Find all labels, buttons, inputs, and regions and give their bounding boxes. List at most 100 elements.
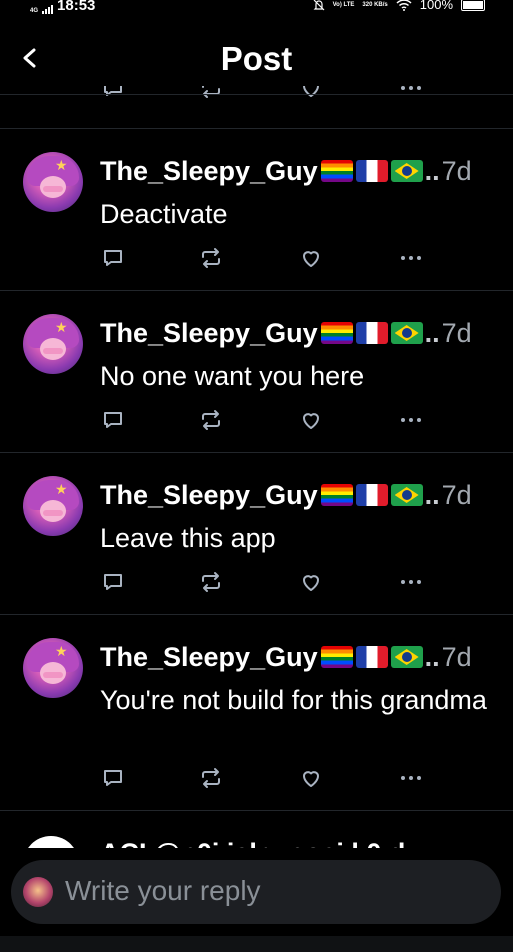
bottom-edge bbox=[0, 936, 513, 952]
more-button[interactable] bbox=[398, 408, 424, 432]
avatar[interactable]: ★ bbox=[23, 638, 83, 698]
reply-icon bbox=[104, 770, 122, 786]
post-item[interactable]: ★ The_Sleepy_Guy .. 7d No one want you h… bbox=[0, 290, 513, 452]
battery-percent: 100% bbox=[419, 0, 453, 12]
like-icon bbox=[303, 413, 319, 429]
reply-button[interactable] bbox=[100, 570, 126, 594]
reply-button[interactable] bbox=[100, 246, 126, 270]
repost-button[interactable] bbox=[198, 246, 224, 270]
post-age: 7d bbox=[441, 479, 472, 510]
france-flag-icon bbox=[355, 646, 388, 668]
previous-post-actions bbox=[100, 86, 430, 108]
status-right: Vo) LTE 320 KB/s 100% bbox=[313, 0, 485, 12]
username[interactable]: The_Sleepy_Guy bbox=[100, 156, 318, 187]
more-button[interactable] bbox=[398, 86, 424, 100]
post-item[interactable]: ★ The_Sleepy_Guy .. 7d Leave this app bbox=[0, 452, 513, 614]
post-age: 7d bbox=[441, 155, 472, 186]
repost-button[interactable] bbox=[198, 570, 224, 594]
repost-icon bbox=[202, 86, 220, 98]
flag-emojis bbox=[320, 646, 423, 668]
like-button[interactable] bbox=[298, 570, 324, 594]
repost-button[interactable] bbox=[198, 86, 224, 100]
post-age: 7d bbox=[441, 317, 472, 348]
post-actions bbox=[100, 246, 430, 270]
france-flag-icon bbox=[355, 160, 388, 182]
brazil-flag-icon bbox=[390, 160, 423, 182]
like-icon bbox=[303, 251, 319, 267]
flag-emojis bbox=[320, 484, 423, 506]
post-text: Deactivate bbox=[100, 199, 228, 229]
more-button[interactable] bbox=[398, 570, 424, 594]
header-divider bbox=[0, 94, 513, 95]
truncation-ellipsis: .. bbox=[424, 479, 440, 510]
like-icon bbox=[303, 575, 319, 591]
reply-icon bbox=[104, 412, 122, 428]
like-button[interactable] bbox=[298, 408, 324, 432]
post-header: The_Sleepy_Guy .. 7d bbox=[100, 478, 492, 512]
reply-button[interactable] bbox=[100, 86, 126, 100]
clock: 18:53 bbox=[57, 0, 96, 14]
like-button[interactable] bbox=[298, 766, 324, 790]
france-flag-icon bbox=[355, 322, 388, 344]
reply-placeholder: Write your reply bbox=[65, 875, 261, 906]
like-button[interactable] bbox=[298, 86, 324, 100]
post-header: The_Sleepy_Guy .. 7d bbox=[100, 640, 492, 674]
more-button[interactable] bbox=[398, 766, 424, 790]
repost-icon bbox=[202, 410, 220, 430]
more-icon bbox=[401, 418, 421, 422]
rainbow-flag-icon bbox=[320, 160, 353, 182]
post-text: You're not build for this grandma bbox=[100, 685, 487, 715]
repost-icon bbox=[202, 768, 220, 788]
more-icon bbox=[401, 86, 421, 90]
brazil-flag-icon bbox=[390, 322, 423, 344]
username[interactable]: The_Sleepy_Guy bbox=[100, 480, 318, 511]
rainbow-flag-icon bbox=[320, 484, 353, 506]
reply-button[interactable] bbox=[100, 766, 126, 790]
reply-icon bbox=[104, 86, 122, 96]
repost-button[interactable] bbox=[198, 408, 224, 432]
avatar[interactable]: ★ bbox=[23, 314, 83, 374]
post-header: The_Sleepy_Guy .. 7d bbox=[100, 316, 492, 350]
username[interactable]: The_Sleepy_Guy bbox=[100, 318, 318, 349]
post-item[interactable]: ★ The_Sleepy_Guy .. 7d Deactivate bbox=[0, 128, 513, 290]
more-button[interactable] bbox=[398, 246, 424, 270]
post-actions bbox=[100, 570, 430, 594]
more-icon bbox=[401, 256, 421, 260]
post-text: Leave this app bbox=[100, 523, 276, 553]
like-icon bbox=[303, 86, 319, 97]
repost-icon bbox=[202, 572, 220, 592]
truncation-ellipsis: .. bbox=[424, 155, 440, 186]
france-flag-icon bbox=[355, 484, 388, 506]
repost-button[interactable] bbox=[198, 766, 224, 790]
post-item[interactable]: ★ The_Sleepy_Guy .. 7d You're not build … bbox=[0, 614, 513, 810]
like-icon bbox=[303, 771, 319, 787]
truncation-ellipsis: .. bbox=[424, 317, 440, 348]
flag-emojis bbox=[320, 322, 423, 344]
mute-icon bbox=[313, 0, 325, 10]
username[interactable]: The_Sleepy_Guy bbox=[100, 642, 318, 673]
avatar[interactable]: ★ bbox=[23, 152, 83, 212]
network-type: 4G bbox=[30, 8, 39, 14]
volte-indicator: Vo) LTE bbox=[332, 1, 355, 8]
post-header: The_Sleepy_Guy .. 7d bbox=[100, 154, 492, 188]
signal-icon bbox=[42, 4, 54, 14]
flag-emojis bbox=[320, 160, 423, 182]
reply-icon bbox=[104, 250, 122, 266]
rainbow-flag-icon bbox=[320, 646, 353, 668]
truncation-ellipsis: .. bbox=[424, 641, 440, 672]
like-button[interactable] bbox=[298, 246, 324, 270]
page-title: Post bbox=[220, 40, 293, 77]
repost-icon bbox=[202, 248, 220, 268]
post-text: No one want you here bbox=[100, 361, 365, 391]
brazil-flag-icon bbox=[390, 484, 423, 506]
battery-icon bbox=[461, 0, 485, 11]
network-speed: 320 KB/s bbox=[362, 1, 388, 8]
wifi-icon bbox=[396, 0, 412, 11]
reply-input[interactable]: Write your reply bbox=[11, 860, 501, 924]
avatar[interactable]: ★ bbox=[23, 476, 83, 536]
reply-button[interactable] bbox=[100, 408, 126, 432]
rainbow-flag-icon bbox=[320, 322, 353, 344]
status-left: 4G 18:53 bbox=[30, 0, 95, 14]
status-bar: 4G 18:53 Vo) LTE 320 KB/s 100% bbox=[0, 0, 513, 14]
user-avatar bbox=[23, 877, 53, 907]
